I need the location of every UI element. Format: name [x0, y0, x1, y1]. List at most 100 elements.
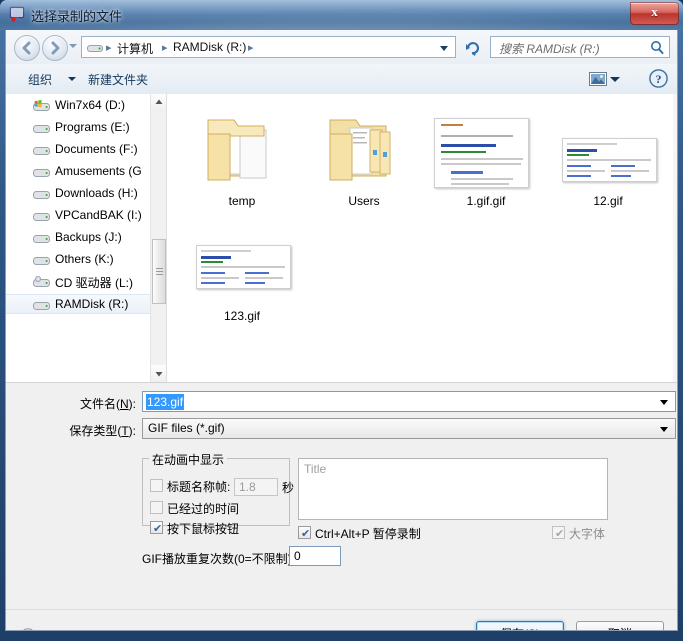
checkbox-box[interactable]: ✔: [552, 526, 565, 539]
drive-icon: [87, 41, 103, 55]
toolbar: 组织 新建文件夹 ?: [6, 64, 677, 95]
scrollbar-thumb[interactable]: [152, 239, 166, 304]
sidebar-item-cd-drive[interactable]: CD 驱动器 (L:): [6, 272, 166, 292]
sidebar-item-label: Win7x64 (D:): [55, 98, 125, 112]
scroll-down-button[interactable]: [151, 365, 166, 382]
cancel-button[interactable]: 取消: [576, 621, 664, 631]
svg-text:?: ?: [656, 72, 662, 86]
image-thumbnail: [426, 106, 546, 192]
checkbox-label: Ctrl+Alt+P 暂停录制: [315, 525, 421, 542]
sidebar: Win7x64 (D:) Programs (E:) Documents (F:…: [6, 94, 166, 382]
save-button-label: 保存(S): [500, 627, 540, 631]
close-button[interactable]: x: [630, 2, 679, 25]
view-picture-icon[interactable]: [589, 71, 607, 90]
chevron-down-icon[interactable]: [68, 77, 76, 81]
image-thumbnail: [182, 221, 302, 307]
sidebar-item-ramdisk[interactable]: RAMDisk (R:): [6, 294, 166, 314]
checkbox-box[interactable]: [150, 479, 163, 492]
drive-icon: [33, 254, 50, 270]
repeat-count-label: GIF播放重复次数(0=不限制):: [142, 550, 295, 567]
address-bar[interactable]: ▸ 计算机 ▸ RAMDisk (R:) ▸: [81, 36, 456, 58]
group-title: 在动画中显示: [149, 451, 227, 468]
checkbox-label: 大字体: [569, 525, 605, 542]
file-item-12-gif[interactable]: 12.gif: [548, 102, 668, 217]
filetype-dropdown-icon[interactable]: [660, 427, 668, 432]
title-textarea[interactable]: Title: [298, 458, 608, 520]
sidebar-item-others[interactable]: Others (K:): [6, 250, 166, 270]
chevron-up-circle-icon[interactable]: [20, 628, 36, 631]
dialog-window: 选择录制的文件 x: [0, 0, 683, 641]
file-pane-scrollbar[interactable]: [673, 94, 677, 382]
breadcrumb-separator: ▸: [248, 41, 254, 54]
sidebar-item-label: CD 驱动器 (L:): [55, 274, 133, 291]
sidebar-item-win7x64[interactable]: Win7x64 (D:): [6, 96, 166, 116]
filetype-label: 保存类型(T):: [16, 422, 136, 439]
sidebar-scrollbar[interactable]: [150, 94, 166, 382]
sidebar-item-downloads[interactable]: Downloads (H:): [6, 184, 166, 204]
file-item-users[interactable]: Users: [304, 102, 424, 217]
save-button[interactable]: 保存(S): [476, 621, 564, 631]
file-name: temp: [182, 194, 302, 208]
refresh-icon: [461, 36, 485, 58]
file-item-1-gif-gif[interactable]: 1.gif.gif: [426, 102, 546, 217]
navigation-bar: ▸ 计算机 ▸ RAMDisk (R:) ▸ 搜索 RAMDisk (R:): [6, 30, 677, 64]
repeat-count-value: 0: [294, 549, 301, 563]
drive-icon: [33, 144, 50, 160]
new-folder-button[interactable]: 新建文件夹: [88, 71, 148, 88]
check-icon: ✔: [153, 523, 162, 534]
history-dropdown-icon[interactable]: [69, 44, 77, 48]
monitor-icon: [9, 6, 25, 22]
sidebar-item-backups[interactable]: Backups (J:): [6, 228, 166, 248]
checkbox-label: 已经过的时间: [167, 500, 239, 517]
chevron-down-icon: [151, 365, 166, 382]
image-thumbnail: [548, 106, 668, 192]
delay-seconds-input[interactable]: 1.8: [234, 478, 278, 496]
delay-value: 1.8: [239, 480, 256, 494]
sidebar-item-documents[interactable]: Documents (F:): [6, 140, 166, 160]
check-icon: ✔: [301, 528, 310, 539]
chevron-up-icon: [151, 94, 166, 111]
scroll-up-button[interactable]: [151, 94, 166, 111]
filename-dropdown-icon[interactable]: [660, 400, 668, 405]
sidebar-item-vpcandbak[interactable]: VPCandBAK (I:): [6, 206, 166, 226]
forward-arrow-icon: [47, 40, 63, 56]
address-dropdown-icon[interactable]: [440, 46, 448, 51]
breadcrumb-item-computer[interactable]: 计算机: [117, 40, 153, 57]
repeat-count-input[interactable]: 0: [289, 546, 341, 566]
windows-drive-icon: [33, 100, 50, 116]
check-icon: ✔: [555, 528, 564, 539]
dialog-footer: PPTFans 隐藏文件夹 保存(S) 取消: [6, 609, 677, 631]
checkbox-box[interactable]: ✔: [298, 526, 311, 539]
checkbox-box[interactable]: ✔: [150, 521, 163, 534]
sidebar-item-label: RAMDisk (R:): [55, 297, 128, 311]
file-name: 123.gif: [182, 309, 302, 323]
refresh-button[interactable]: [461, 36, 485, 58]
close-icon: x: [631, 4, 678, 20]
back-button[interactable]: [14, 35, 40, 61]
filename-input[interactable]: 123.gif: [142, 391, 676, 412]
checkbox-box[interactable]: [150, 501, 163, 514]
filename-value: 123.gif: [146, 394, 184, 410]
file-list: temp: [167, 94, 677, 382]
sidebar-item-programs[interactable]: Programs (E:): [6, 118, 166, 138]
forward-button[interactable]: [42, 35, 68, 61]
cd-drive-icon: [33, 276, 50, 292]
file-item-123-gif[interactable]: 123.gif: [182, 217, 302, 332]
sidebar-item-amusements[interactable]: Amusements (G: [6, 162, 166, 182]
organize-button[interactable]: 组织: [28, 71, 52, 88]
title-placeholder: Title: [304, 462, 326, 476]
sidebar-item-label: Others (K:): [55, 252, 114, 266]
breadcrumb-item-ramdisk[interactable]: RAMDisk (R:): [173, 40, 246, 54]
hide-folders-label[interactable]: 隐藏文件夹: [42, 629, 102, 631]
view-dropdown-icon[interactable]: [610, 77, 620, 82]
search-input[interactable]: 搜索 RAMDisk (R:): [490, 36, 670, 58]
file-name: 12.gif: [548, 194, 668, 208]
drive-icon: [33, 122, 50, 138]
file-item-temp[interactable]: temp: [182, 102, 302, 217]
checkbox-label: 按下鼠标按钮: [167, 520, 239, 537]
drive-icon: [33, 210, 50, 226]
sidebar-item-label: Backups (J:): [55, 230, 122, 244]
help-icon[interactable]: ?: [649, 69, 668, 91]
filetype-select[interactable]: GIF files (*.gif): [142, 418, 676, 439]
browser-panes: Win7x64 (D:) Programs (E:) Documents (F:…: [6, 94, 677, 382]
